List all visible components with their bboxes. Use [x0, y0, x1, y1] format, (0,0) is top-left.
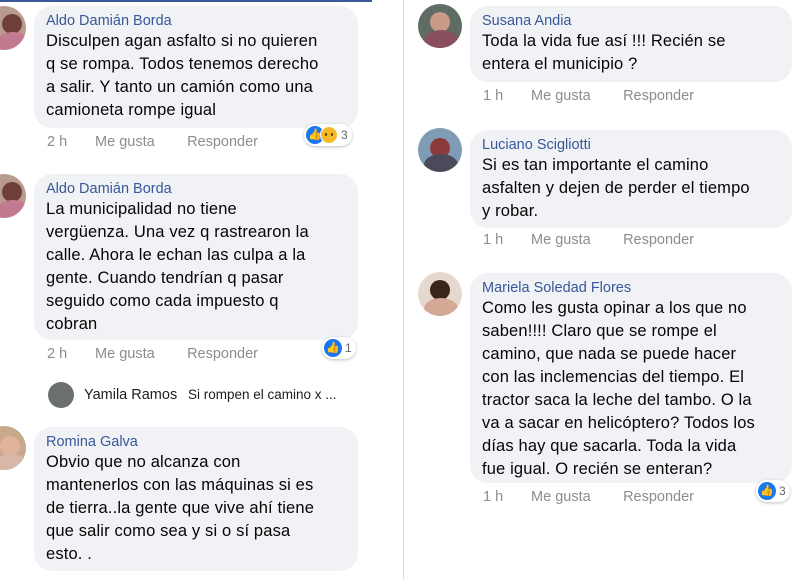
- comment-bubble: Aldo Damián Borda La municipalidad no ti…: [34, 174, 358, 340]
- comment-text-line: mantenerlos con las máquinas si es: [46, 476, 314, 494]
- right-comment-column: Susana Andia Toda la vida fue así !!! Re…: [410, 0, 800, 579]
- comment-text-line: Como les gusta opinar a los que no: [482, 299, 747, 317]
- reply-button[interactable]: Responder: [187, 346, 258, 362]
- reactions-summary[interactable]: 👍 1: [322, 337, 356, 359]
- avatar[interactable]: [0, 174, 26, 218]
- comment-text-line: La municipalidad no tiene: [46, 200, 237, 218]
- comment-time[interactable]: 2 h: [47, 134, 91, 150]
- comment-time[interactable]: 2 h: [47, 346, 91, 362]
- reply-button[interactable]: Responder: [623, 489, 694, 505]
- thumbs-up-icon: 👍: [758, 482, 776, 500]
- comment-text-line: saben!!!! Claro que se rompe el: [482, 322, 717, 340]
- comment-actions: 1 h Me gusta Responder: [483, 88, 694, 104]
- comment-author[interactable]: Luciano Scigliotti: [482, 136, 780, 154]
- comment-text-line: con las inclemencias del tiempo. El: [482, 368, 745, 386]
- avatar[interactable]: [0, 426, 26, 470]
- comment-bubble: Luciano Scigliotti Si es tan importante …: [470, 130, 792, 228]
- avatar[interactable]: [418, 272, 462, 316]
- comment-text-line: Si es tan importante el camino: [482, 156, 709, 174]
- comment-text-line: va a sacar en helicóptero? Todos los: [482, 414, 755, 432]
- comment-author[interactable]: Aldo Damián Borda: [46, 180, 346, 198]
- comment-author[interactable]: Mariela Soledad Flores: [482, 279, 780, 297]
- reply-button[interactable]: Responder: [623, 88, 694, 104]
- comment-text-line: camioneta rompe igual: [46, 101, 217, 119]
- comment-actions: 2 h Me gusta Responder: [47, 134, 258, 150]
- avatar[interactable]: [0, 6, 26, 50]
- comment-actions: 2 h Me gusta Responder: [47, 346, 258, 362]
- comment-text-line: tractor saca la leche del tambo. O la: [482, 391, 752, 409]
- comment-text-line: asfalten y dejen de perder el tiempo: [482, 179, 750, 197]
- comment-text-line: que salir como sea y si o sí pasa: [46, 522, 291, 540]
- reactions-count: 1: [345, 341, 352, 355]
- avatar[interactable]: [48, 382, 74, 408]
- comment-bubble: Mariela Soledad Flores Como les gusta op…: [470, 273, 792, 483]
- comment-text-line: fue igual. O recién se enteran?: [482, 460, 713, 478]
- comment-text-line: calle. Ahora le echan las culpa a la: [46, 246, 306, 264]
- like-button[interactable]: Me gusta: [531, 232, 619, 248]
- comment-author[interactable]: Aldo Damián Borda: [46, 12, 346, 30]
- comment-text-line: esto. .: [46, 545, 92, 563]
- comment-author[interactable]: Susana Andia: [482, 12, 780, 30]
- reactions-summary[interactable]: 👍 3: [756, 480, 790, 502]
- comment-text-line: entera el municipio ?: [482, 55, 638, 73]
- comment-text-line: y robar.: [482, 202, 539, 220]
- reply-author[interactable]: Yamila Ramos: [84, 387, 177, 403]
- comment-text-line: camino, que nada se puede hacer: [482, 345, 737, 363]
- comment-time[interactable]: 1 h: [483, 489, 527, 505]
- avatar[interactable]: [418, 128, 462, 172]
- comment-text-line: vergüenza. Una vez q rastrearon la: [46, 223, 309, 241]
- comment-actions: 1 h Me gusta Responder: [483, 232, 694, 248]
- reactions-count: 3: [341, 128, 348, 142]
- reply-button[interactable]: Responder: [623, 232, 694, 248]
- comment-text-line: de tierra..la gente que vive ahí tiene: [46, 499, 315, 517]
- thumbs-up-icon: 👍: [324, 339, 342, 357]
- like-button[interactable]: Me gusta: [95, 134, 183, 150]
- comment-time[interactable]: 1 h: [483, 88, 527, 104]
- comment-bubble: Aldo Damián Borda Disculpen agan asfalto…: [34, 6, 358, 128]
- comment-bubble: Romina Galva Obvio que no alcanza con ma…: [34, 427, 358, 571]
- reactions-summary[interactable]: 👍 3: [304, 124, 352, 146]
- comment-time[interactable]: 1 h: [483, 232, 527, 248]
- comment-text-line: cobran: [46, 315, 98, 333]
- comment-bubble: Susana Andia Toda la vida fue así !!! Re…: [470, 6, 792, 82]
- column-divider: [403, 0, 404, 579]
- like-button[interactable]: Me gusta: [531, 88, 619, 104]
- comment-text-line: Toda la vida fue así !!! Recién se: [482, 32, 726, 50]
- comment-text-line: q se rompa. Todos tenemos derecho: [46, 55, 319, 73]
- sad-face-icon: [320, 126, 338, 144]
- comment-text-line: Obvio que no alcanza con: [46, 453, 241, 471]
- like-button[interactable]: Me gusta: [531, 489, 619, 505]
- like-button[interactable]: Me gusta: [95, 346, 183, 362]
- comment-text-line: a salir. Y tanto un camión como una: [46, 78, 313, 96]
- comment-text-line: gente. Cuando tendrían q pasar: [46, 269, 284, 287]
- comment-author[interactable]: Romina Galva: [46, 433, 346, 451]
- comment-text-line: días hay que sacarla. Toda la vida: [482, 437, 737, 455]
- comment-text-line: Disculpen agan asfalto si no quieren: [46, 32, 318, 50]
- reactions-count: 3: [779, 484, 786, 498]
- comment-text-line: seguido como cada impuesto q: [46, 292, 279, 310]
- reply-snippet: Si rompen el camino x ...: [188, 387, 337, 402]
- reply-button[interactable]: Responder: [187, 134, 258, 150]
- avatar[interactable]: [418, 4, 462, 48]
- comment-actions: 1 h Me gusta Responder: [483, 489, 694, 505]
- left-comment-column: Aldo Damián Borda Disculpen agan asfalto…: [0, 0, 400, 579]
